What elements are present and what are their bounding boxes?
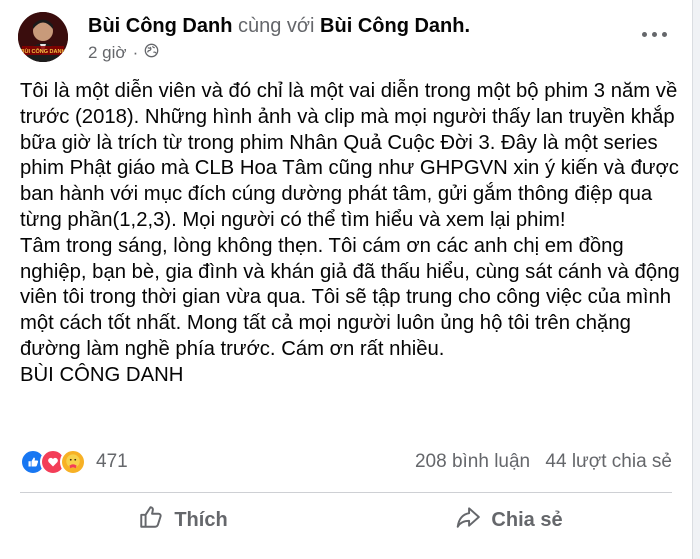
- post-time-link[interactable]: 2 giờ: [88, 42, 127, 64]
- globe-icon: [144, 42, 159, 64]
- post-body: Tôi là một diễn viên và đó chỉ là một va…: [20, 79, 680, 389]
- avatar-image: BÙI CÔNG DANH: [18, 12, 68, 62]
- avatar[interactable]: BÙI CÔNG DANH: [18, 12, 68, 62]
- author-line: Bùi Công Danh cùng với Bùi Công Danh.: [88, 13, 470, 39]
- more-options-button[interactable]: [634, 14, 674, 54]
- avatar-banner-text: BÙI CÔNG DANH: [21, 47, 66, 55]
- reaction-count[interactable]: 471: [96, 449, 128, 475]
- author-name-link[interactable]: Bùi Công Danh: [88, 15, 232, 37]
- share-button[interactable]: Chia sẻ: [346, 495, 672, 545]
- comment-share-counts: 208 bình luận 44 lượt chia sẻ: [415, 449, 672, 475]
- like-button[interactable]: Thích: [20, 495, 346, 545]
- thumbs-up-icon: [138, 504, 164, 536]
- post-actions: Thích Chia sẻ: [20, 495, 672, 545]
- post-header: BÙI CÔNG DANH Bùi Công Danh cùng với Bùi…: [16, 10, 676, 66]
- divider: [20, 492, 672, 493]
- post-card: BÙI CÔNG DANH Bùi Công Danh cùng với Bùi…: [0, 0, 693, 559]
- like-label: Thích: [174, 508, 228, 531]
- reactions-summary[interactable]: 471: [20, 449, 128, 475]
- comments-count-link[interactable]: 208 bình luận: [415, 451, 530, 472]
- post-paragraph: Tâm trong sáng, lòng không thẹn. Tôi cám…: [20, 234, 686, 360]
- shares-count-link[interactable]: 44 lượt chia sẻ: [545, 451, 672, 472]
- share-label: Chia sẻ: [491, 508, 563, 531]
- tagged-name-link[interactable]: Bùi Công Danh.: [320, 15, 470, 37]
- more-dots-icon: [641, 31, 667, 37]
- post-paragraph: Tôi là một diễn viên và đó chỉ là một va…: [20, 80, 685, 231]
- post-stats: 471 208 bình luận 44 lượt chia sẻ: [20, 447, 672, 477]
- share-arrow-icon: [455, 504, 481, 536]
- post-signature: BÙI CÔNG DANH: [20, 363, 184, 386]
- post-meta: 2 giờ ·: [88, 42, 159, 64]
- with-text: cùng với: [238, 15, 315, 37]
- care-icon: [60, 449, 86, 475]
